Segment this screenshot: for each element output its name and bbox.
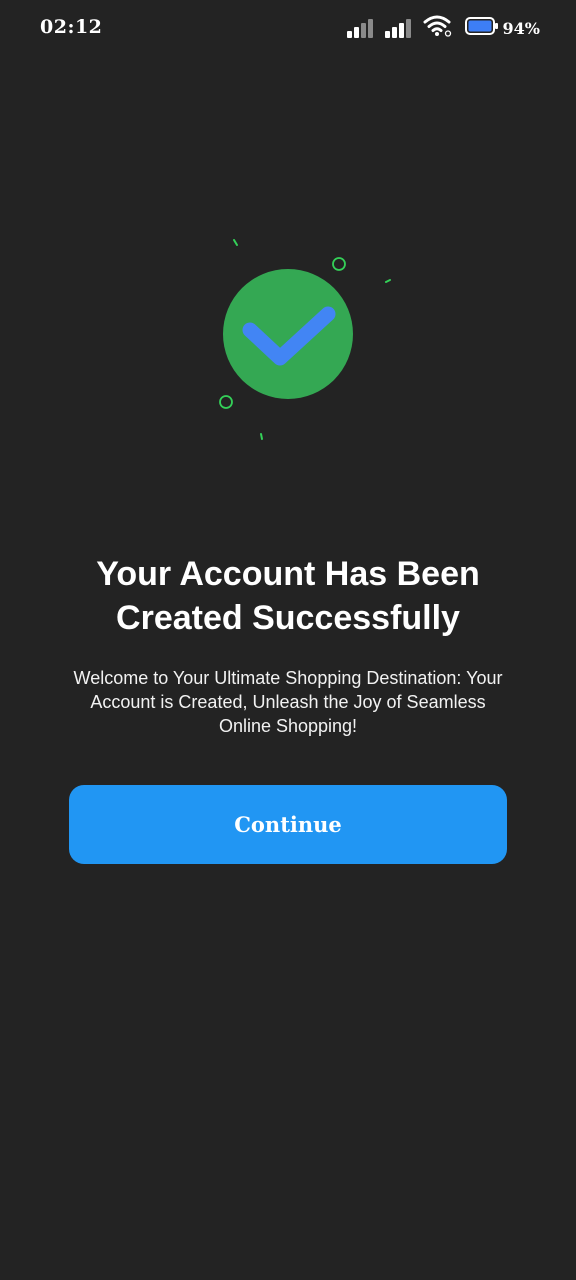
confetti-mark [385, 279, 391, 283]
welcome-message: Welcome to Your Ultimate Shopping Destin… [73, 668, 503, 736]
confetti-ring [219, 395, 233, 409]
confetti-mark [233, 239, 238, 246]
signal-icon [346, 18, 373, 38]
battery-icon [464, 16, 499, 40]
page-title: Your Account Has Been Created Successful… [96, 555, 480, 637]
status-time: 02:12 [40, 16, 103, 38]
success-illustration [200, 230, 400, 450]
continue-button[interactable]: Continue [69, 785, 507, 864]
wifi-icon [423, 15, 453, 41]
confetti-mark [260, 433, 263, 440]
battery-percent: 94% [502, 18, 540, 38]
battery-indicator: 94% [464, 16, 540, 40]
status-bar: 02:12 94% [0, 0, 576, 56]
status-icons: 94% [346, 15, 540, 41]
signal-icon [384, 18, 411, 38]
confetti-ring [332, 257, 346, 271]
check-circle-icon [223, 269, 353, 399]
